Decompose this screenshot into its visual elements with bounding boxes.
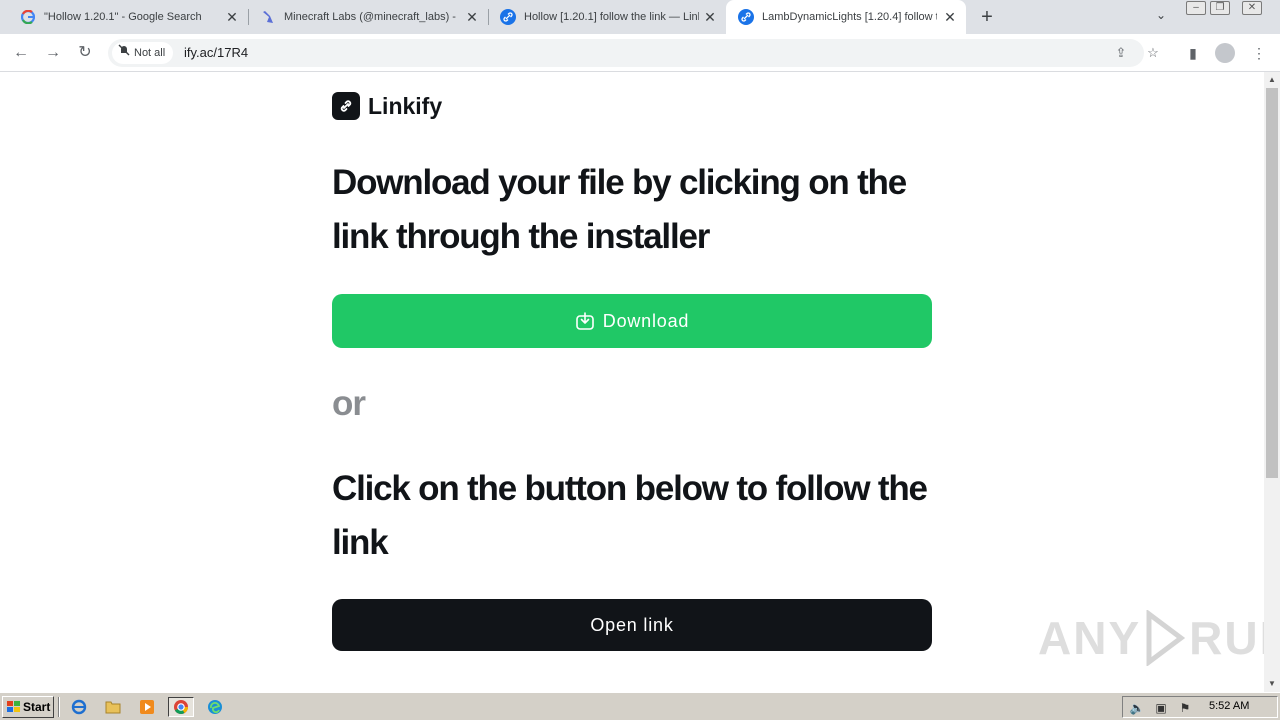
url-text[interactable]: ify.ac/17R4 <box>184 45 248 60</box>
forward-arrow-icon[interactable]: → <box>42 42 64 64</box>
link-logo-icon <box>332 92 360 120</box>
tab-lambdynamiclights[interactable]: LambDynamicLights [1.20.4] follow the li… <box>726 0 966 34</box>
system-tray: 🔈 ▣ ⚑ 5:52 AM <box>1122 696 1278 718</box>
download-heading: Download your file by clicking on the li… <box>332 163 907 256</box>
scroll-down-icon[interactable]: ▼ <box>1264 676 1280 692</box>
start-label: Start <box>23 700 51 714</box>
watermark-right: RUN <box>1189 612 1264 664</box>
tab-google-search[interactable]: "Hollow 1.20.1" - Google Search ✕ <box>8 0 248 34</box>
tab-hollow-linkify[interactable]: Hollow [1.20.1] follow the link — Linkif… <box>488 0 726 34</box>
side-panel-icon[interactable]: ▮ <box>1182 42 1204 64</box>
kebab-menu-icon[interactable]: ⋮ <box>1248 42 1270 64</box>
google-icon <box>20 9 36 25</box>
linkify-logo[interactable]: Linkify <box>332 92 442 120</box>
watermark-left: ANY <box>1038 612 1142 664</box>
scroll-up-icon[interactable]: ▲ <box>1264 72 1280 88</box>
bird-icon <box>260 9 276 25</box>
restore-icon[interactable]: ❐ <box>1210 1 1230 15</box>
star-bookmark-icon[interactable]: ☆ <box>1144 44 1162 62</box>
media-player-icon[interactable] <box>136 697 158 717</box>
folder-icon[interactable] <box>102 697 124 717</box>
or-divider-text: or <box>332 384 366 423</box>
network-icon[interactable]: ▣ <box>1153 700 1169 716</box>
edge-icon[interactable] <box>204 697 226 717</box>
windows-flag-icon <box>7 701 20 712</box>
chevron-down-icon[interactable]: ⌄ <box>1152 8 1170 26</box>
chrome-icon[interactable] <box>168 697 194 717</box>
close-window-icon[interactable]: ✕ <box>1242 1 1262 15</box>
play-triangle-icon <box>1146 610 1186 666</box>
download-icon <box>575 311 595 331</box>
close-icon[interactable]: ✕ <box>224 9 240 25</box>
tab-title: "Hollow 1.20.1" - Google Search <box>44 11 202 23</box>
download-label: Download <box>602 310 690 331</box>
close-icon[interactable]: ✕ <box>702 9 718 25</box>
close-icon[interactable]: ✕ <box>464 9 480 25</box>
tab-title: Hollow [1.20.1] follow the link — Linkif… <box>524 11 699 23</box>
open-link-button[interactable]: Open link <box>332 599 932 651</box>
open-link-label: Open link <box>590 614 674 635</box>
close-icon[interactable]: ✕ <box>942 9 958 25</box>
download-button[interactable]: Download <box>332 294 932 348</box>
start-button[interactable]: Start <box>2 696 54 718</box>
back-arrow-icon[interactable]: ← <box>10 42 32 64</box>
speaker-icon[interactable]: 🔈 <box>1129 700 1145 716</box>
browser-toolbar: ← → ↻ Not all ify.ac/17R4 ⇪ ☆ ▮ ⋮ <box>0 34 1280 72</box>
minimize-icon[interactable]: – <box>1186 1 1206 15</box>
security-chip[interactable]: Not all <box>112 42 174 64</box>
clock: 5:52 AM <box>1209 700 1250 712</box>
vertical-scrollbar[interactable]: ▲ ▼ <box>1264 72 1280 692</box>
ie-icon[interactable] <box>68 697 90 717</box>
tab-title: Minecraft Labs (@minecraft_labs) - Pi <box>284 11 459 23</box>
quicklaunch-separator <box>58 697 60 717</box>
open-link-heading: Click on the button below to follow the … <box>332 469 928 562</box>
anyrun-watermark: ANY RUN <box>1038 610 1264 666</box>
bell-off-icon <box>118 42 130 64</box>
share-icon[interactable]: ⇪ <box>1112 44 1130 62</box>
tab-title: LambDynamicLights [1.20.4] follow the li… <box>762 11 937 23</box>
tab-minecraft-labs[interactable]: Minecraft Labs (@minecraft_labs) - Pi ✕ <box>248 0 488 34</box>
link-icon <box>500 9 516 25</box>
scroll-thumb[interactable] <box>1266 88 1278 478</box>
profile-avatar-icon[interactable] <box>1214 42 1236 64</box>
new-tab-plus-icon[interactable]: + <box>976 6 998 28</box>
reload-icon[interactable]: ↻ <box>74 42 96 64</box>
address-bar[interactable]: Not all ify.ac/17R4 ⇪ ☆ <box>108 39 1159 67</box>
flag-icon[interactable]: ⚑ <box>1177 700 1193 716</box>
link-icon <box>738 9 754 25</box>
page-viewport: Linkify Download your file by clicking o… <box>0 72 1264 692</box>
tab-strip: "Hollow 1.20.1" - Google Search ✕ Minecr… <box>0 0 1280 34</box>
windows-taskbar: Start 🔈 ▣ ⚑ 5:52 AM <box>0 692 1280 720</box>
logo-text: Linkify <box>368 92 443 119</box>
security-chip-label: Not all <box>134 47 166 59</box>
